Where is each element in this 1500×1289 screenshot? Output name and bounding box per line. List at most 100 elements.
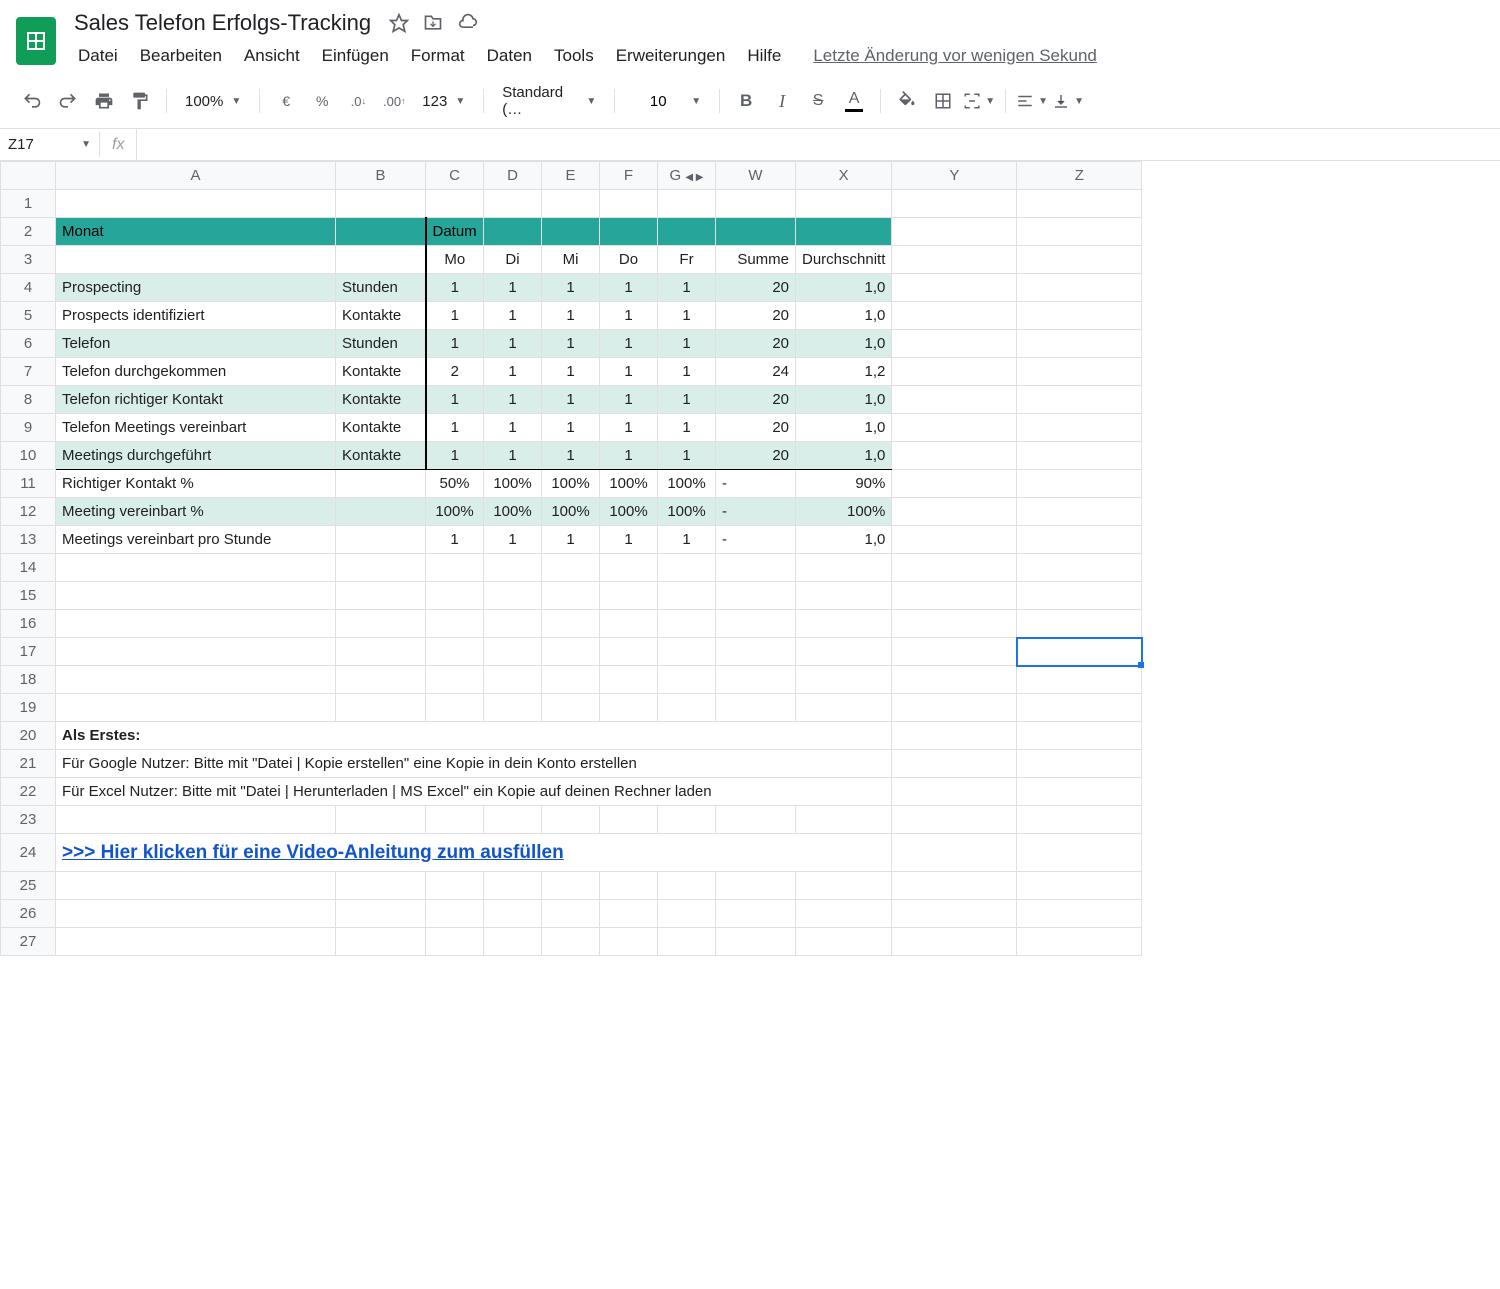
cell[interactable] [658, 666, 716, 694]
cell[interactable]: 1,0 [796, 330, 892, 358]
cell[interactable]: 1 [484, 330, 542, 358]
star-icon[interactable] [389, 13, 409, 33]
cell[interactable] [796, 638, 892, 666]
cell[interactable] [56, 928, 336, 956]
cell[interactable] [600, 928, 658, 956]
cell[interactable]: Fr [658, 246, 716, 274]
hidden-cols-indicator[interactable]: ◀ ▶ [685, 172, 703, 183]
col-header-E[interactable]: E [542, 162, 600, 190]
cell[interactable]: Prospecting [56, 274, 336, 302]
cell[interactable] [484, 638, 542, 666]
cell[interactable]: Für Excel Nutzer: Bitte mit "Datei | Her… [56, 778, 892, 806]
row-header-25[interactable]: 25 [1, 872, 56, 900]
cell[interactable] [336, 526, 426, 554]
cell[interactable]: Meetings vereinbart pro Stunde [56, 526, 336, 554]
cell[interactable] [336, 694, 426, 722]
cell[interactable]: 1 [658, 526, 716, 554]
cell[interactable] [542, 666, 600, 694]
cell[interactable] [1017, 722, 1142, 750]
cell[interactable] [892, 274, 1017, 302]
cell[interactable]: Durchschnitt [796, 246, 892, 274]
col-header-Z[interactable]: Z [1017, 162, 1142, 190]
cell[interactable]: Do [600, 246, 658, 274]
cell[interactable]: 100% [542, 498, 600, 526]
cell[interactable] [892, 872, 1017, 900]
menu-erweiterungen[interactable]: Erweiterungen [606, 42, 736, 70]
format-123-dropdown[interactable]: 123▼ [414, 89, 473, 114]
cell[interactable]: 1 [484, 414, 542, 442]
col-header-A[interactable]: A [56, 162, 336, 190]
move-icon[interactable] [423, 13, 443, 33]
menu-datei[interactable]: Datei [68, 42, 128, 70]
col-header-G[interactable]: G ◀ ▶ [658, 162, 716, 190]
cell[interactable]: 20 [716, 274, 796, 302]
cell[interactable] [1017, 358, 1142, 386]
row-header-18[interactable]: 18 [1, 666, 56, 694]
cell[interactable] [484, 900, 542, 928]
font-dropdown[interactable]: Standard (…▼ [494, 80, 604, 122]
cell[interactable] [426, 666, 484, 694]
row-header-17[interactable]: 17 [1, 638, 56, 666]
row-header-16[interactable]: 16 [1, 610, 56, 638]
cell[interactable] [484, 582, 542, 610]
cell[interactable]: 1 [426, 302, 484, 330]
cell[interactable] [716, 638, 796, 666]
cell[interactable] [426, 554, 484, 582]
cell[interactable] [56, 694, 336, 722]
cell[interactable]: 1 [426, 442, 484, 470]
cell[interactable] [56, 872, 336, 900]
cell[interactable]: 100% [542, 470, 600, 498]
cell[interactable]: 1 [600, 274, 658, 302]
cell[interactable] [892, 358, 1017, 386]
cell[interactable] [716, 806, 796, 834]
cell[interactable] [336, 554, 426, 582]
cell[interactable] [336, 246, 426, 274]
cell[interactable] [1017, 694, 1142, 722]
cell[interactable]: 1 [426, 526, 484, 554]
cell[interactable]: 100% [796, 498, 892, 526]
row-header-4[interactable]: 4 [1, 274, 56, 302]
cell[interactable] [426, 582, 484, 610]
cell[interactable] [56, 190, 336, 218]
cell[interactable] [1017, 386, 1142, 414]
cell[interactable] [1017, 806, 1142, 834]
cell[interactable] [892, 582, 1017, 610]
merge-cells-button[interactable]: ▼ [963, 85, 995, 117]
cell[interactable]: 1,0 [796, 414, 892, 442]
cell[interactable]: 1 [484, 386, 542, 414]
cell[interactable] [542, 582, 600, 610]
cell[interactable] [658, 554, 716, 582]
cell[interactable]: Kontakte [336, 358, 426, 386]
cell[interactable] [336, 190, 426, 218]
percent-button[interactable]: % [306, 85, 338, 117]
cell[interactable] [1017, 246, 1142, 274]
redo-button[interactable] [52, 85, 84, 117]
cell[interactable] [484, 666, 542, 694]
undo-button[interactable] [16, 85, 48, 117]
cell[interactable] [658, 872, 716, 900]
cell[interactable]: 1,0 [796, 274, 892, 302]
cell[interactable]: Stunden [336, 274, 426, 302]
cell[interactable]: 20 [716, 302, 796, 330]
cell[interactable]: 1,0 [796, 526, 892, 554]
cell[interactable] [484, 610, 542, 638]
cell[interactable] [658, 806, 716, 834]
cell[interactable]: 1 [484, 358, 542, 386]
cell[interactable] [56, 806, 336, 834]
cell[interactable] [336, 900, 426, 928]
cell[interactable] [892, 834, 1017, 872]
cell[interactable]: 1,0 [796, 302, 892, 330]
row-header-1[interactable]: 1 [1, 190, 56, 218]
cell[interactable]: 1,0 [796, 386, 892, 414]
cell[interactable]: 100% [600, 498, 658, 526]
paint-format-button[interactable] [124, 85, 156, 117]
cell[interactable] [484, 694, 542, 722]
cell[interactable] [56, 582, 336, 610]
menu-daten[interactable]: Daten [477, 42, 542, 70]
document-title[interactable]: Sales Telefon Erfolgs-Tracking [68, 8, 377, 38]
cell[interactable]: 1,2 [796, 358, 892, 386]
col-header-W[interactable]: W [716, 162, 796, 190]
cell[interactable] [796, 872, 892, 900]
borders-button[interactable] [927, 85, 959, 117]
cell[interactable]: 1 [484, 442, 542, 470]
